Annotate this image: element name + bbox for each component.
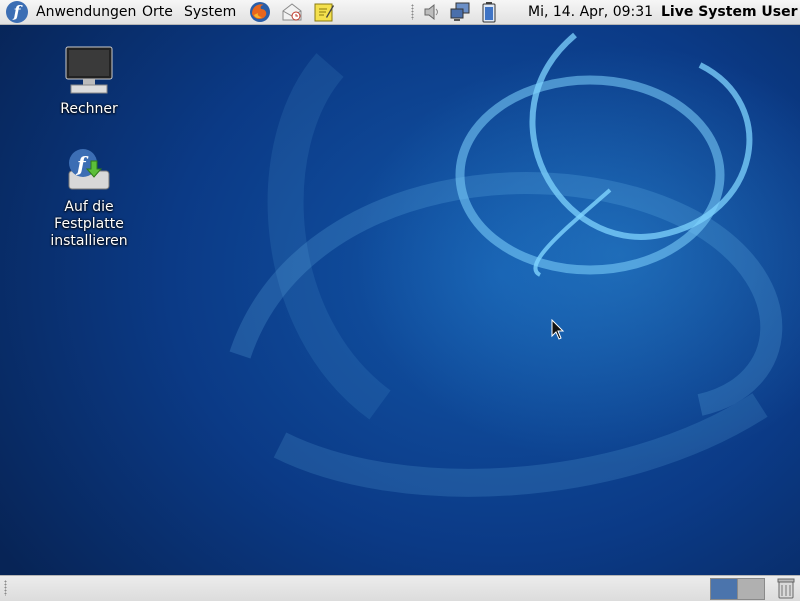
trash-icon[interactable] (776, 577, 796, 599)
fedora-logo-icon[interactable]: f (6, 1, 28, 23)
desktop-icon-label: Rechner (60, 101, 118, 117)
battery-icon[interactable] (478, 1, 500, 23)
menu-system[interactable]: System (184, 0, 236, 24)
clock[interactable]: Mi, 14. Apr, 09:31 (528, 0, 653, 24)
firefox-icon[interactable] (249, 1, 271, 23)
panel-separator (411, 4, 414, 20)
top-panel: f Anwendungen Orte System Mi, 14. Apr, 0… (0, 0, 800, 25)
workspace-1[interactable] (710, 578, 738, 600)
mail-icon[interactable] (281, 1, 303, 23)
desktop-icon-install[interactable]: f Auf die Festplatte installieren (28, 147, 150, 250)
user-switcher[interactable]: Live System User (661, 0, 798, 24)
desktop-icon-label: Auf die Festplatte installieren (50, 199, 128, 249)
panel-separator (4, 580, 7, 596)
computer-icon (65, 46, 113, 94)
desktop-background: Rechner f Auf die Festplatte installiere… (0, 25, 800, 575)
notes-icon[interactable] (313, 1, 335, 23)
menu-places[interactable]: Orte (142, 0, 173, 24)
install-to-disk-icon: f (68, 149, 110, 190)
bottom-panel (0, 575, 800, 601)
mouse-cursor-icon (551, 319, 565, 340)
desktop-icon-computer[interactable]: Rechner (44, 45, 134, 118)
volume-icon[interactable] (421, 1, 443, 23)
menu-applications[interactable]: Anwendungen (36, 0, 136, 24)
workspace-2[interactable] (737, 578, 765, 600)
network-icon[interactable] (449, 1, 471, 23)
